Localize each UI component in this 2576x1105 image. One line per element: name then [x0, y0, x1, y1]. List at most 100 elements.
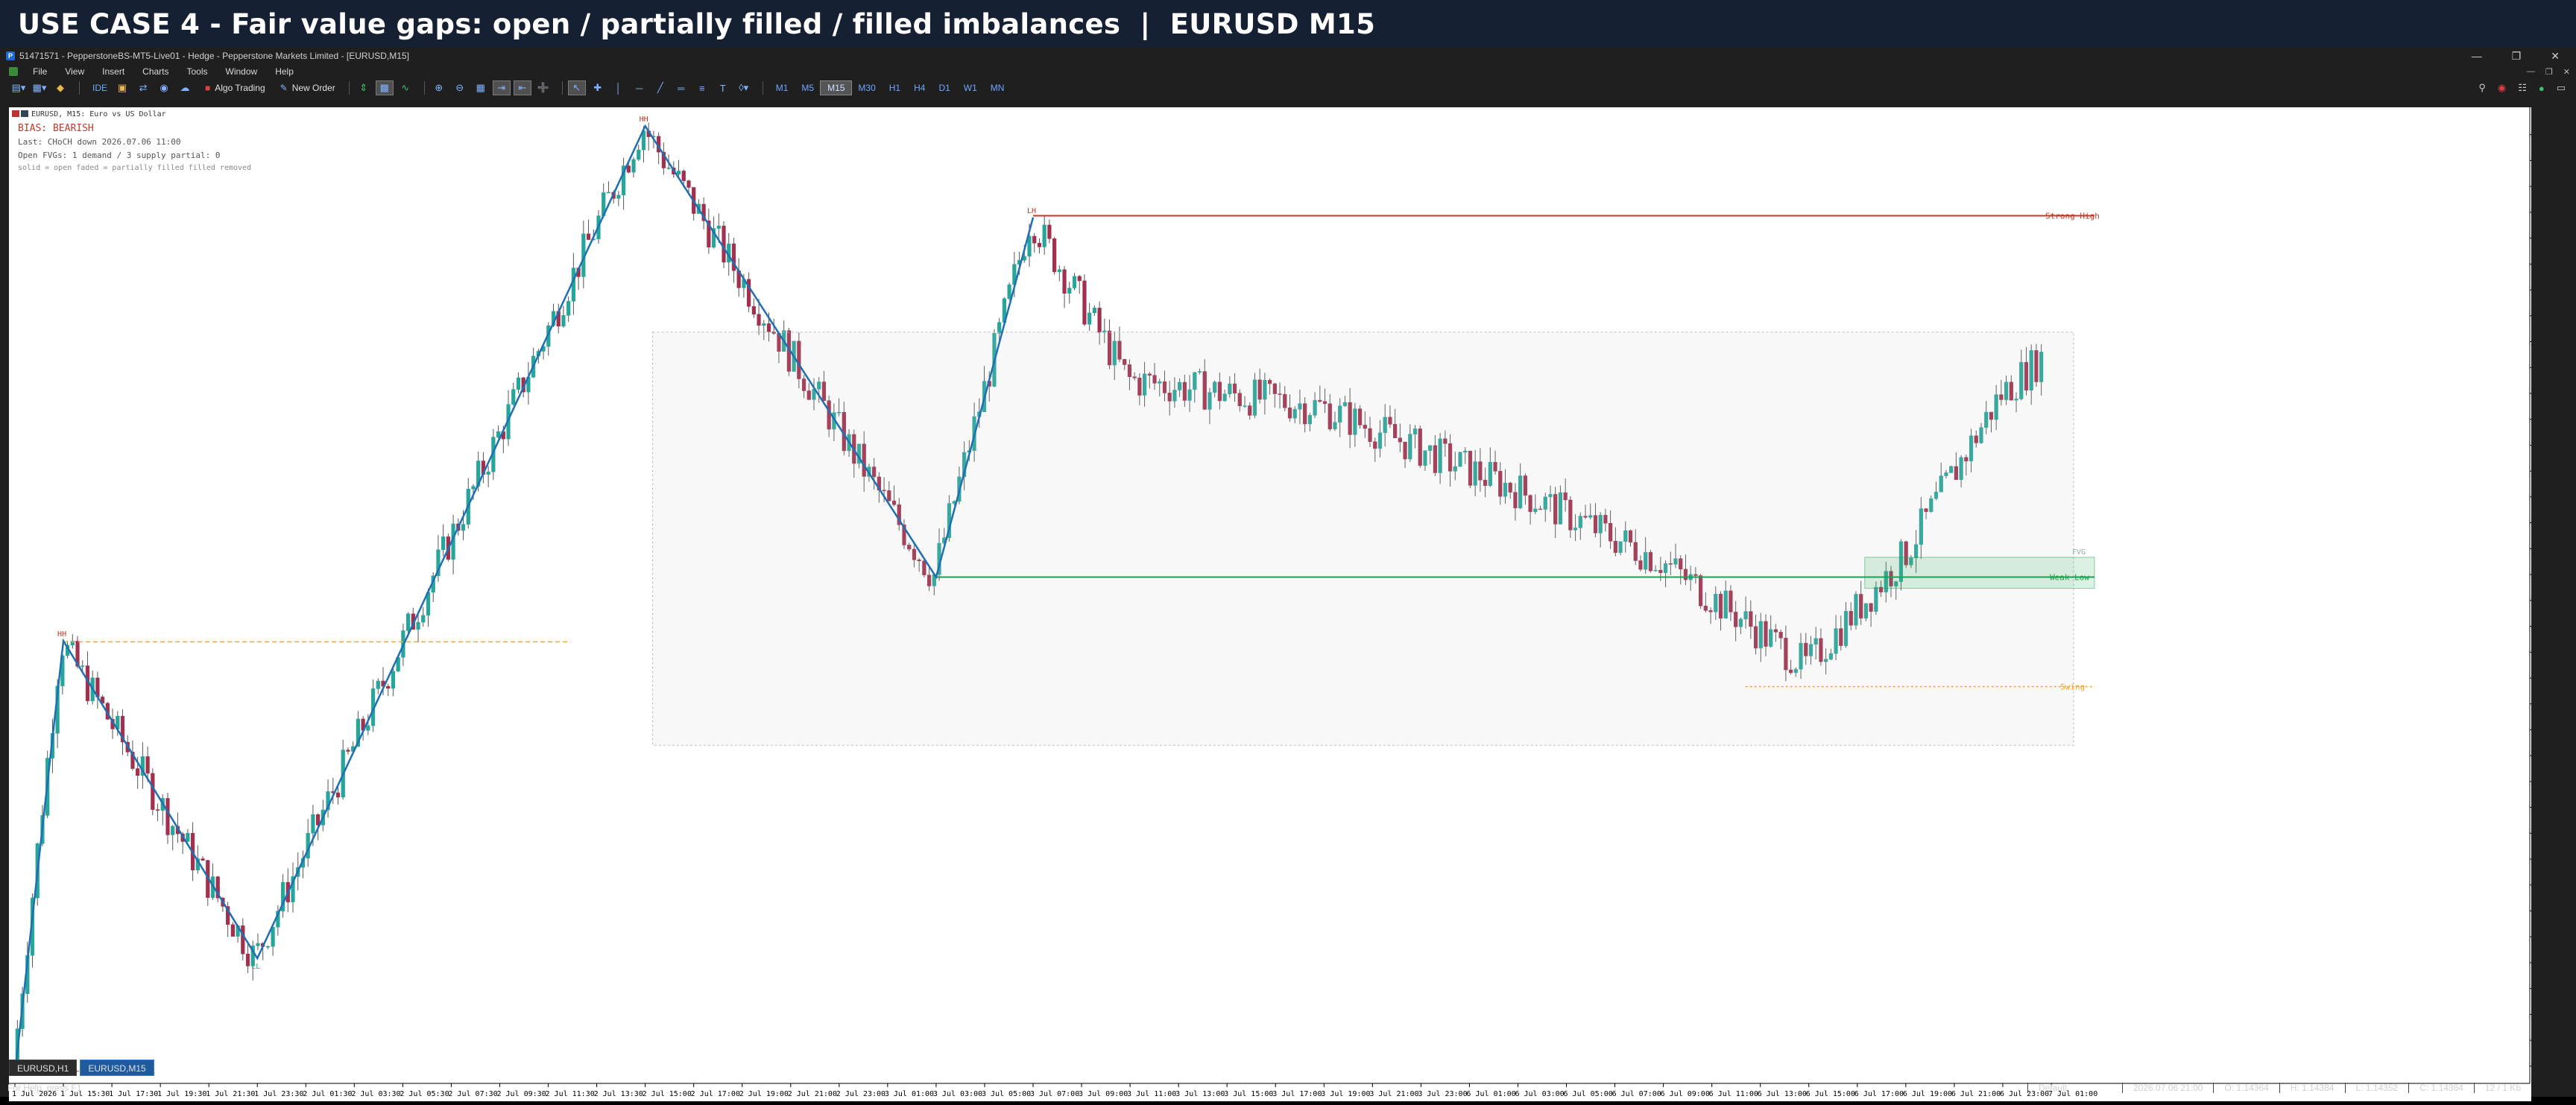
line-chart-icon[interactable]: ∿ [397, 81, 414, 95]
bar-chart-icon[interactable]: ▩ [375, 80, 394, 95]
trendline-icon[interactable]: ╱ [652, 81, 669, 95]
auto-scroll-icon[interactable]: ⇥ [492, 80, 511, 95]
tab-eurusd-h1[interactable]: EURUSD,H1 [9, 1060, 78, 1076]
symbol-flag-icon [21, 110, 28, 117]
ide-button[interactable]: IDE [86, 81, 114, 95]
candle [165, 798, 170, 835]
status-datetime: 2026.07.06 21:00 [2121, 1083, 2213, 1093]
price-chart[interactable]: FVGStrong HighWeak LowSwingBOSHHLLHHLH1.… [9, 107, 2569, 1101]
candle [230, 924, 235, 937]
candle [441, 536, 446, 551]
signal-icon[interactable]: ● [2539, 83, 2545, 94]
new-order-button[interactable]: ✎ New Order [273, 81, 343, 95]
candle [716, 225, 721, 229]
shapes-icon[interactable]: ◊▾ [736, 81, 752, 95]
status-connection: 12 / 1 Kb [2473, 1083, 2531, 1093]
text-icon[interactable]: T [715, 81, 731, 95]
tab-eurusd-m15[interactable]: EURUSD,M15 [80, 1060, 154, 1076]
account-icon[interactable]: ☷ [2518, 82, 2527, 94]
menu-help[interactable]: Help [266, 66, 303, 77]
status-bar: For Help, press F1 Default 2026.07.06 21… [0, 1079, 2576, 1097]
timeframe-h4[interactable]: H4 [907, 81, 932, 95]
candle [151, 773, 155, 810]
signals-icon[interactable]: ⇄ [135, 81, 151, 95]
status-high: H: 1.14384 [2279, 1083, 2345, 1093]
swing-label: Swing [2060, 683, 2085, 692]
bias-label: BIAS: BEARISH [18, 123, 94, 134]
crosshair-icon[interactable]: ✚ [590, 81, 606, 95]
restore-button[interactable]: ❐ [2512, 50, 2522, 63]
toolbar-separator [423, 81, 425, 95]
timeframe-h1[interactable]: H1 [883, 81, 907, 95]
channel-icon[interactable]: ═ [673, 81, 689, 95]
zoom-in-icon[interactable]: ⊕ [431, 81, 447, 95]
chart-shift-icon[interactable]: ⇤ [513, 80, 531, 95]
candle [616, 194, 621, 199]
menu-insert[interactable]: Insert [93, 66, 133, 77]
app-logo-icon: P [6, 51, 15, 60]
vertical-line-icon[interactable]: │ [610, 81, 627, 95]
new-order-label: New Order [291, 83, 335, 93]
candle [136, 768, 140, 776]
candle [586, 233, 591, 240]
minimize-button[interactable]: — [2472, 50, 2482, 62]
chart-canvas[interactable]: FVGStrong HighWeak LowSwingBOSHHLLHHLH1.… [9, 107, 2569, 1101]
candle [1037, 242, 1042, 247]
cursor-icon[interactable]: ↖ [567, 80, 586, 95]
fibonacci-icon[interactable]: ≡ [694, 81, 710, 95]
open-fvgs-label: Open FVGs: 1 demand / 3 supply partial: … [18, 151, 221, 160]
candle [486, 472, 490, 475]
menu-window[interactable]: Window [217, 66, 267, 77]
candle [626, 165, 631, 173]
timeframe-m5[interactable]: M5 [795, 81, 821, 95]
status-close: C: 1.14364 [2408, 1083, 2474, 1093]
candle [1087, 312, 1092, 325]
candle [386, 686, 391, 689]
new-chart-icon[interactable]: ▤▾ [10, 81, 27, 95]
candle [762, 323, 766, 326]
horizontal-line-icon[interactable]: ─ [631, 81, 648, 95]
profiles-icon[interactable]: ▦▾ [31, 81, 48, 95]
banner-title: USE CASE 4 - Fair value gaps: open / par… [18, 7, 1376, 40]
candle [186, 832, 190, 842]
zoom-out-icon[interactable]: ⊖ [452, 81, 468, 95]
swing-point-label: HH [640, 115, 648, 124]
search-icon[interactable]: ⚲ [2478, 82, 2486, 94]
vps-icon[interactable]: ☁ [177, 81, 193, 95]
lock-icon[interactable]: ▣ [114, 81, 130, 95]
timeframe-m15[interactable]: M15 [820, 80, 853, 95]
timeframe-w1[interactable]: W1 [957, 81, 984, 95]
indicators-icon[interactable]: ➕ [535, 81, 552, 95]
mdi-restore-icon[interactable]: ❐ [2545, 67, 2553, 77]
grid-icon[interactable]: ▦ [473, 81, 489, 95]
candle [265, 946, 271, 948]
window-title: 51471571 - PepperstoneBS-MT5-Live01 - He… [19, 51, 409, 61]
market-icon[interactable]: ◉ [156, 81, 172, 95]
notifications-icon[interactable]: ◉ [2498, 82, 2506, 94]
layout-icon[interactable]: ▭ [2557, 82, 2566, 94]
timeframe-mn[interactable]: MN [984, 81, 1011, 95]
last-event-label: Last: CHoCH down 2026.07.06 11:00 [18, 137, 181, 147]
candle [245, 953, 250, 966]
fvg-range-box [652, 332, 2074, 746]
timeframe-m30[interactable]: M30 [851, 81, 882, 95]
candle [1047, 224, 1052, 239]
menu-tools[interactable]: Tools [178, 66, 217, 77]
timeframe-m1[interactable]: M1 [769, 81, 795, 95]
menu-charts[interactable]: Charts [133, 66, 177, 77]
candle [561, 314, 566, 327]
algo-trading-button[interactable]: ■ Algo Trading [198, 81, 273, 95]
chart-tabs: EURUSD,H1 EURUSD,M15 [9, 1060, 154, 1076]
symbol-label: EURUSD, M15: Euro vs US Dollar [31, 110, 166, 118]
timeframe-d1[interactable]: D1 [932, 81, 956, 95]
depth-of-market-icon[interactable]: ⇕ [356, 81, 372, 95]
menu-file[interactable]: File [24, 66, 56, 77]
strategy-icon[interactable]: ◆ [52, 81, 69, 95]
mdi-close-icon[interactable]: ✕ [2563, 67, 2570, 77]
close-button[interactable]: ✕ [2551, 50, 2560, 63]
candle [271, 927, 275, 947]
weak-low-label: Weak Low [2050, 573, 2089, 583]
menu-view[interactable]: View [56, 66, 93, 77]
candle [416, 621, 420, 630]
mdi-minimize-icon[interactable]: — [2527, 67, 2535, 76]
